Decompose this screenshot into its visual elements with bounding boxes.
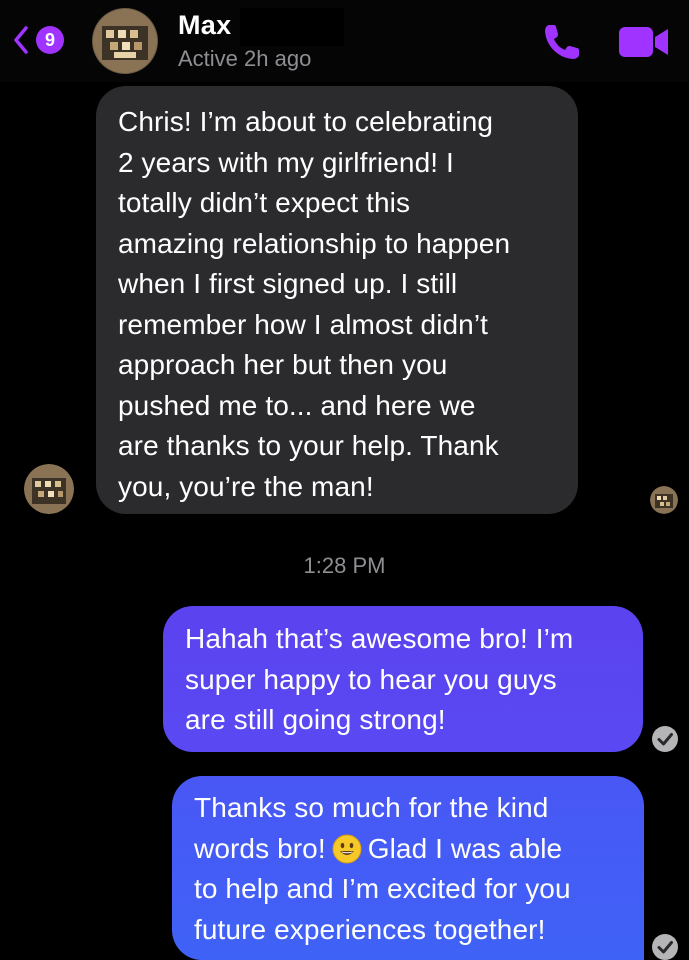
active-status: Active 2h ago: [178, 46, 312, 71]
read-receipt-avatar: [650, 486, 678, 514]
outgoing-message-bubble[interactable]: Hahah that’s awesome bro! I’m super happ…: [163, 606, 643, 752]
phone-icon[interactable]: [540, 20, 584, 64]
unread-count-badge: 9: [36, 26, 64, 54]
outgoing-message-bubble[interactable]: Thanks so much for the kind words bro! G…: [172, 776, 644, 960]
video-camera-icon[interactable]: [618, 26, 670, 58]
smiling-face-emoji-icon: [332, 834, 362, 863]
sent-check-icon: [652, 726, 678, 752]
chat-screen: 9 Max Active 2h ago Chris! I’m about to …: [0, 0, 689, 960]
incoming-message-bubble[interactable]: Chris! I’m about to celebrating 2 years …: [96, 86, 578, 514]
sent-check-icon: [652, 934, 678, 960]
sender-avatar[interactable]: [24, 464, 74, 514]
contact-avatar[interactable]: [92, 8, 158, 74]
back-button[interactable]: 9: [14, 22, 74, 58]
redaction-bar: [240, 8, 344, 46]
chat-header: 9 Max Active 2h ago: [0, 0, 689, 82]
contact-name[interactable]: Max: [178, 10, 231, 41]
message-timestamp: 1:28 PM: [303, 553, 386, 578]
back-chevron-icon: [14, 26, 28, 54]
